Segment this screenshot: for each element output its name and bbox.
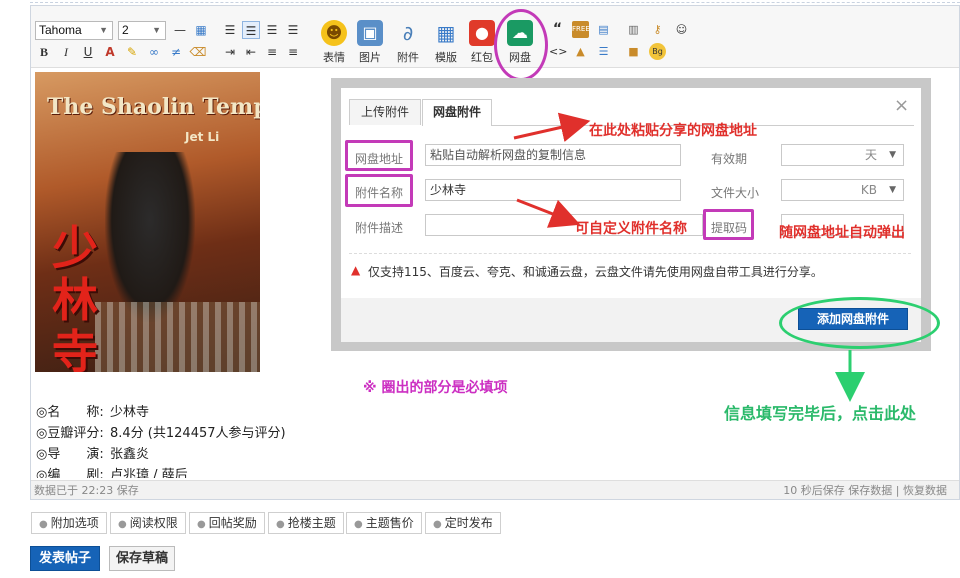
option-scheduled-post[interactable]: ● 定时发布: [425, 512, 501, 534]
annotation-required: ※ 圈出的部分是必填项: [363, 380, 508, 396]
option-floor-topic[interactable]: ● 抢楼主题: [268, 512, 344, 534]
annotation-arrows: [513, 112, 865, 402]
post-button[interactable]: 发表帖子: [30, 546, 100, 571]
arrow-to-url: [513, 112, 591, 142]
option-topic-price[interactable]: ● 主题售价: [346, 512, 422, 534]
annotation-custom-name: 可自定义附件名称: [575, 221, 687, 237]
annotation-auto-popup: 随网盘地址自动弹出: [779, 225, 905, 241]
annotation-paste-here: 在此处粘贴分享的网盘地址: [589, 123, 757, 139]
option-read-permission[interactable]: ● 阅读权限: [110, 512, 186, 534]
annotation-click-here: 信息填写完毕后，点击此处: [724, 404, 917, 423]
option-extra[interactable]: ● 附加选项: [31, 512, 107, 534]
save-draft-button[interactable]: 保存草稿: [109, 546, 175, 571]
arrow-to-name: [516, 198, 581, 228]
option-reply-reward[interactable]: ● 回帖奖励: [189, 512, 265, 534]
